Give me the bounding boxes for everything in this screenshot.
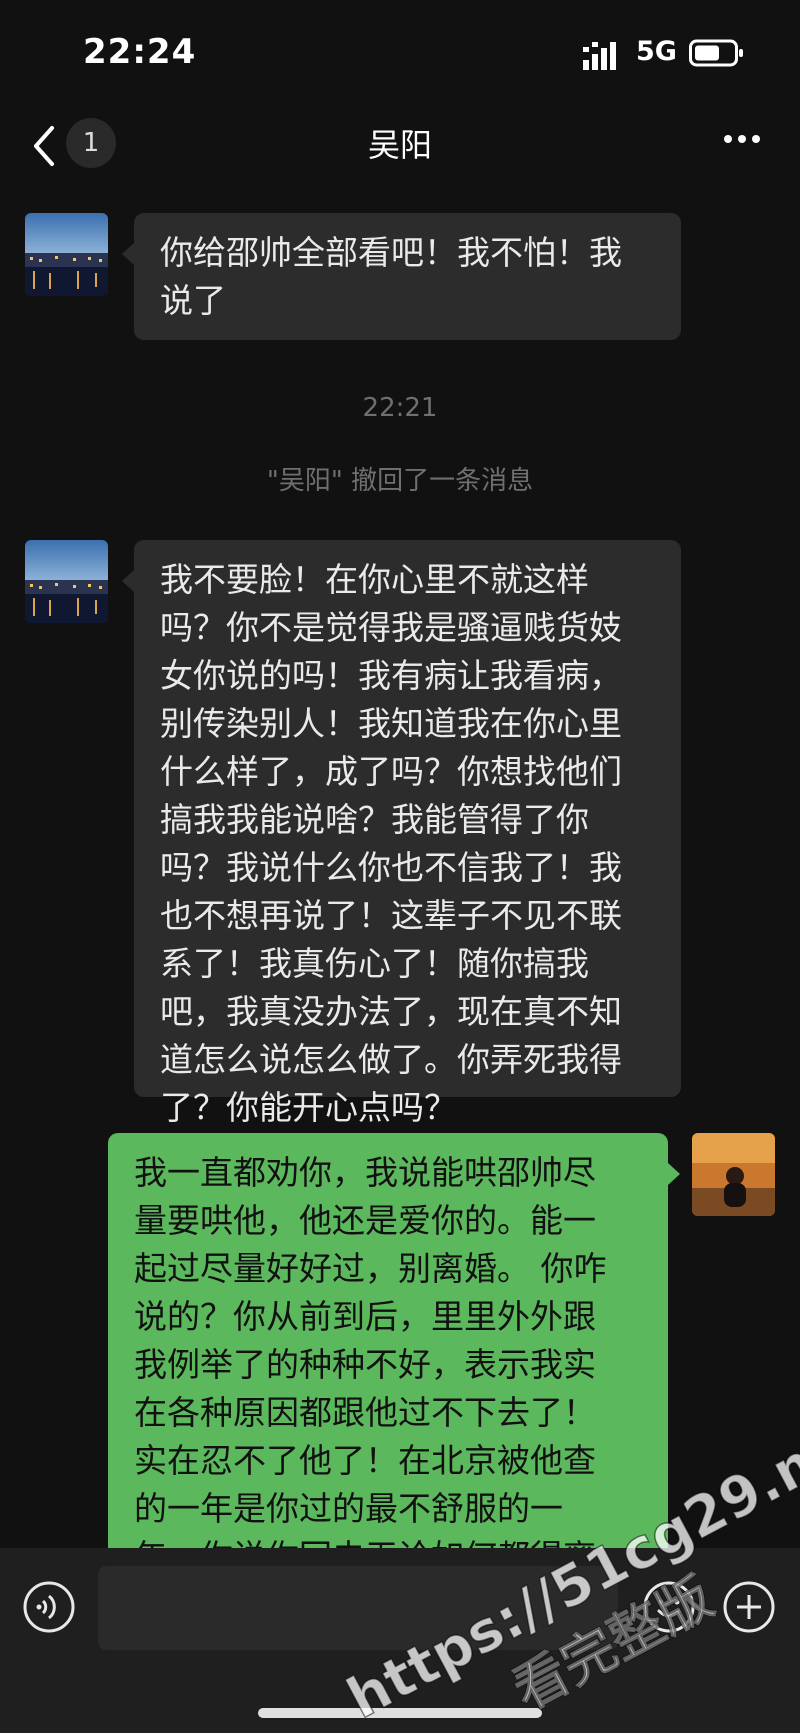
signal-icon bbox=[583, 42, 616, 70]
emoji-icon[interactable] bbox=[642, 1580, 696, 1634]
city-night-avatar-image bbox=[25, 540, 108, 623]
message-input-bar bbox=[0, 1548, 800, 1733]
unread-count-badge[interactable]: 1 bbox=[66, 118, 116, 168]
message-timestamp: 22:21 bbox=[362, 393, 438, 423]
message-bubble[interactable]: 我一直都劝你，我说能哄邵帅尽 量要哄他，他还是爱你的。能一 起过尽量好好过，别离… bbox=[108, 1133, 668, 1576]
status-bar: 22:24 5G bbox=[0, 0, 800, 108]
recall-notice: "吴阳" 撤回了一条消息 bbox=[266, 466, 534, 496]
voice-icon[interactable] bbox=[22, 1580, 76, 1634]
plus-icon[interactable] bbox=[722, 1580, 776, 1634]
chat-header: 1 吴阳 bbox=[0, 108, 800, 192]
battery-icon bbox=[689, 39, 743, 67]
bubble-tail bbox=[122, 570, 134, 592]
home-indicator bbox=[258, 1708, 542, 1718]
autumn-portrait-avatar-image bbox=[692, 1133, 775, 1216]
contact-avatar[interactable] bbox=[25, 540, 108, 623]
bubble-tail bbox=[668, 1163, 680, 1185]
contact-avatar[interactable] bbox=[25, 213, 108, 296]
network-type: 5G bbox=[636, 36, 677, 67]
more-icon[interactable] bbox=[722, 132, 762, 146]
chat-title: 吴阳 bbox=[367, 126, 432, 164]
message-bubble[interactable]: 你给邵帅全部看吧！我不怕！我 说了 bbox=[134, 213, 681, 340]
bubble-tail bbox=[122, 243, 134, 265]
message-bubble[interactable]: 我不要脸！在你心里不就这样 吗？你不是觉得我是骚逼贱货妓 女你说的吗！我有病让我… bbox=[134, 540, 681, 1127]
self-avatar[interactable] bbox=[692, 1133, 775, 1216]
city-night-avatar-image bbox=[25, 213, 108, 296]
status-time: 22:24 bbox=[83, 32, 197, 72]
back-arrow-icon[interactable] bbox=[30, 124, 60, 168]
message-text-input[interactable] bbox=[98, 1566, 618, 1650]
